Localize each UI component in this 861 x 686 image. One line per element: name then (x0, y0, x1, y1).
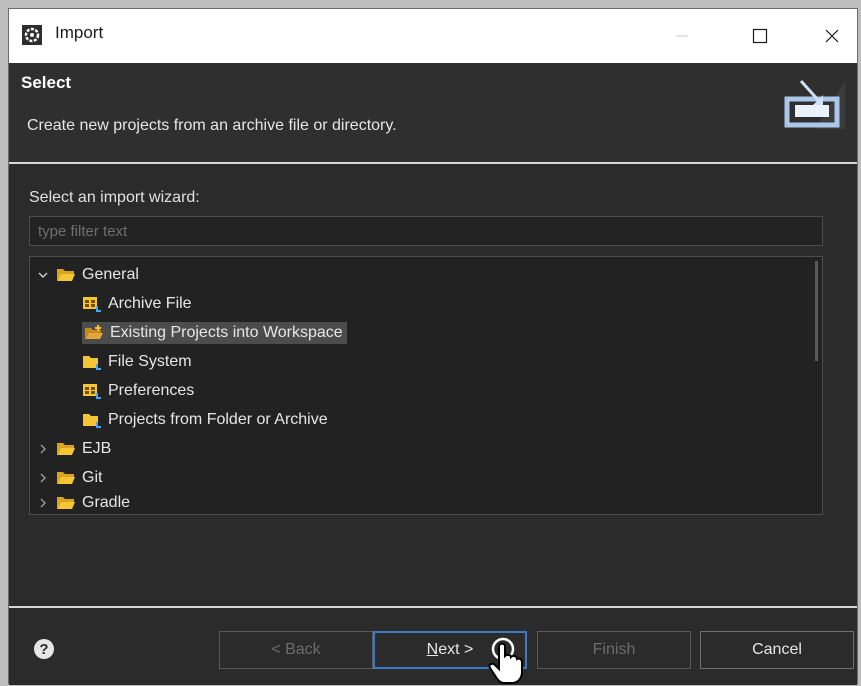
tree-item-projects-from-folder[interactable]: Projects from Folder or Archive (82, 407, 328, 433)
wizard-banner: Select Create new projects from an archi… (9, 63, 857, 162)
next-mnemonic: N (426, 641, 439, 658)
button-bar: ? < Back Next > Finish Cancel (9, 608, 857, 685)
banner-title: Select (21, 73, 72, 92)
tree-item-label: File System (108, 353, 192, 370)
selection-highlight: Existing Projects into Workspace (82, 322, 347, 344)
tree-item-gradle[interactable]: Gradle (36, 490, 130, 516)
folder-import-icon (85, 325, 103, 339)
tree-item-general[interactable]: General (36, 262, 139, 288)
tree-item-archive-file[interactable]: Archive File (82, 291, 192, 317)
chevron-right-icon[interactable] (36, 442, 50, 456)
archive-icon (83, 297, 101, 312)
tree-item-label: EJB (82, 440, 112, 457)
minimize-icon (676, 35, 688, 37)
banner-description: Create new projects from an archive file… (27, 117, 397, 134)
title-bar[interactable]: Import (9, 9, 857, 63)
back-button[interactable]: < Back (219, 631, 373, 669)
tree-item-file-system[interactable]: File System (82, 349, 192, 375)
chevron-right-icon[interactable] (36, 496, 50, 510)
cancel-button[interactable]: Cancel (700, 631, 854, 669)
folder-open-icon (57, 472, 75, 484)
tree-item-git[interactable]: Git (36, 465, 102, 491)
maximize-icon (752, 28, 768, 44)
chevron-down-icon[interactable] (36, 268, 50, 282)
filter-input[interactable] (29, 216, 823, 246)
tree-item-label: Projects from Folder or Archive (108, 411, 328, 428)
wizard-content: Select an import wizard: General (9, 164, 857, 606)
tree-item-label: Preferences (108, 382, 195, 399)
tree-item-ejb[interactable]: EJB (36, 436, 111, 462)
folder-open-icon (57, 443, 75, 455)
window-title: Import (55, 23, 104, 42)
minimize-button[interactable] (659, 15, 705, 57)
tree-item-label: General (82, 266, 139, 283)
folder-icon (83, 356, 101, 370)
wizard-tree[interactable]: General Archive File Existing Projects i… (29, 256, 823, 515)
gear-icon (22, 25, 42, 45)
tree-item-existing-projects[interactable]: Existing Projects into Workspace (82, 320, 347, 346)
close-button[interactable] (809, 15, 855, 57)
tree-item-label: Archive File (108, 295, 192, 312)
folder-open-icon (57, 497, 75, 509)
hand-cursor-icon (488, 637, 523, 684)
preferences-icon (83, 384, 101, 399)
wizard-label: Select an import wizard: (29, 189, 200, 206)
folder-icon (83, 414, 101, 428)
tree-item-preferences[interactable]: Preferences (82, 378, 194, 404)
tree-item-label: Git (82, 469, 103, 486)
folder-open-icon (57, 269, 75, 281)
close-icon (825, 29, 839, 43)
import-dialog: Import Select Create new projects from a… (8, 8, 858, 685)
tree-scrollbar[interactable] (815, 261, 818, 361)
chevron-right-icon[interactable] (36, 471, 50, 485)
maximize-button[interactable] (737, 15, 783, 57)
help-icon[interactable]: ? (34, 639, 54, 659)
tree-item-label: Existing Projects into Workspace (110, 324, 343, 341)
next-label: ext > (438, 641, 474, 658)
tree-item-label: Gradle (82, 494, 131, 511)
finish-button[interactable]: Finish (537, 631, 691, 669)
import-wizard-icon (784, 79, 845, 129)
